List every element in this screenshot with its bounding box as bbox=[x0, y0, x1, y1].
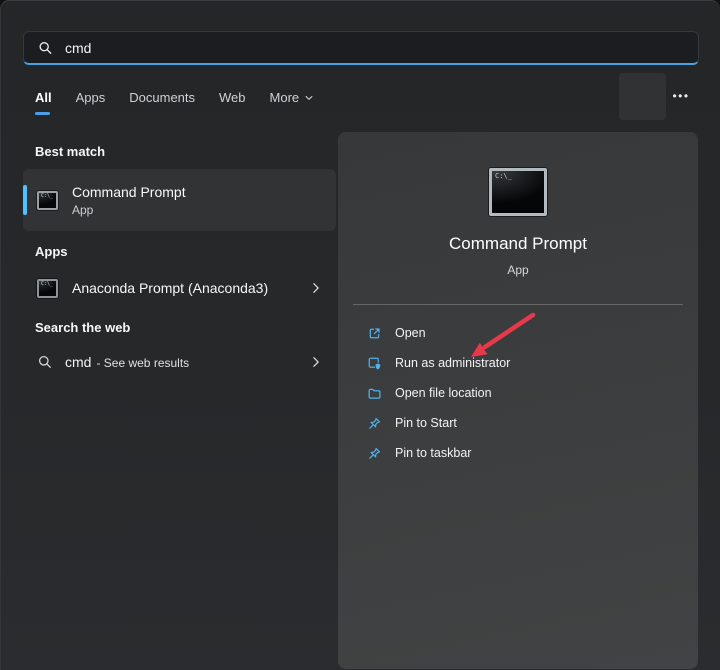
run-as-admin-icon bbox=[367, 356, 382, 371]
pin-icon bbox=[367, 446, 382, 461]
search-icon bbox=[37, 354, 53, 370]
command-prompt-icon-large: C:\_ bbox=[489, 168, 547, 216]
item-title: Command Prompt bbox=[72, 184, 186, 200]
folder-icon bbox=[367, 386, 382, 401]
windows-search-flyout: All Apps Documents Web More ••• Best mat… bbox=[0, 0, 720, 670]
item-title: Anaconda Prompt (Anaconda3) bbox=[72, 280, 268, 296]
section-header-search-the-web: Search the web bbox=[35, 320, 130, 335]
divider bbox=[353, 304, 683, 305]
preview-panel: C:\_ Command Prompt App Open Run as admi… bbox=[338, 132, 698, 669]
item-title: cmd- See web results bbox=[65, 354, 189, 370]
action-list: Open Run as administrator Open file loca… bbox=[338, 318, 698, 468]
item-subtitle: App bbox=[72, 203, 186, 217]
open-icon bbox=[367, 326, 382, 341]
action-label: Open file location bbox=[395, 386, 492, 400]
pin-icon bbox=[367, 416, 382, 431]
preview-title: Command Prompt bbox=[338, 234, 698, 254]
search-box[interactable] bbox=[23, 31, 699, 65]
hover-highlight-square bbox=[619, 73, 666, 120]
section-header-apps: Apps bbox=[35, 244, 68, 259]
tab-apps[interactable]: Apps bbox=[76, 90, 106, 105]
search-input[interactable] bbox=[65, 40, 665, 56]
tab-web[interactable]: Web bbox=[219, 90, 246, 105]
chevron-right-icon bbox=[310, 356, 322, 368]
tab-documents[interactable]: Documents bbox=[129, 90, 195, 105]
filter-tabs: All Apps Documents Web More bbox=[35, 90, 314, 105]
action-label: Pin to taskbar bbox=[395, 446, 471, 460]
selected-tab-indicator bbox=[35, 112, 50, 115]
selection-indicator bbox=[23, 185, 27, 215]
action-run-as-administrator[interactable]: Run as administrator bbox=[338, 348, 698, 378]
action-label: Pin to Start bbox=[395, 416, 457, 430]
more-options-button[interactable]: ••• bbox=[665, 89, 697, 103]
action-pin-to-start[interactable]: Pin to Start bbox=[338, 408, 698, 438]
tab-all[interactable]: All bbox=[35, 90, 52, 105]
chevron-right-icon bbox=[310, 282, 322, 294]
search-icon bbox=[38, 40, 53, 55]
best-match-item-command-prompt[interactable]: C:\_ Command Prompt App bbox=[23, 169, 336, 231]
preview-subtitle: App bbox=[338, 263, 698, 277]
action-label: Open bbox=[395, 326, 426, 340]
tab-more[interactable]: More bbox=[270, 90, 315, 105]
command-prompt-icon: C:\_ bbox=[37, 191, 58, 210]
section-header-best-match: Best match bbox=[35, 144, 105, 159]
app-item-anaconda-prompt[interactable]: C:\_ Anaconda Prompt (Anaconda3) bbox=[23, 267, 336, 309]
chevron-down-icon bbox=[304, 93, 314, 103]
anaconda-prompt-icon: C:\_ bbox=[37, 279, 58, 298]
action-open-file-location[interactable]: Open file location bbox=[338, 378, 698, 408]
action-label: Run as administrator bbox=[395, 356, 510, 370]
web-result-item[interactable]: cmd- See web results bbox=[23, 341, 336, 383]
action-open[interactable]: Open bbox=[338, 318, 698, 348]
action-pin-to-taskbar[interactable]: Pin to taskbar bbox=[338, 438, 698, 468]
